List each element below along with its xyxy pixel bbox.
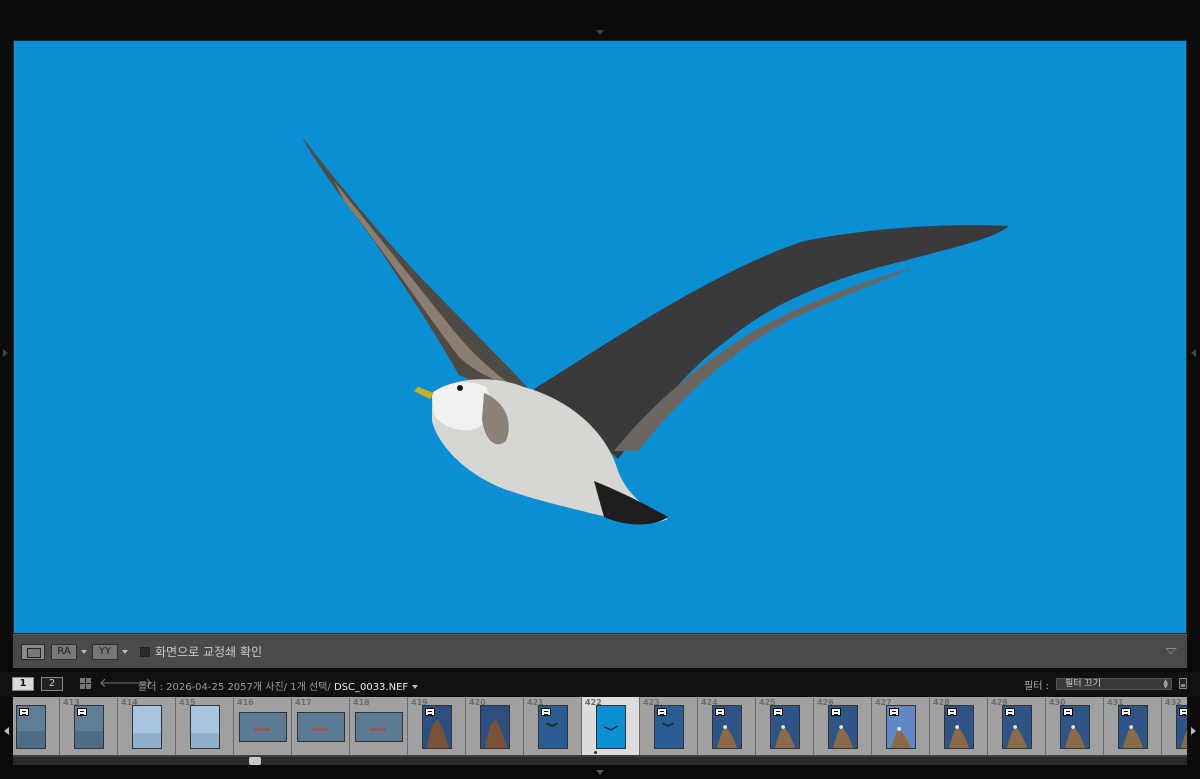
filmstrip-scroll-left-icon[interactable] [4, 727, 9, 735]
filmstrip-thumbnail[interactable]: 419 [408, 697, 466, 755]
left-panel-toggle-icon[interactable] [3, 349, 8, 357]
develop-settings-badge-icon [1063, 708, 1073, 716]
filmstrip-thumbnail[interactable]: 414 [118, 697, 176, 755]
thumbnail-index: 418 [353, 698, 370, 707]
thumbnail-image [480, 705, 510, 749]
loupe-image-viewer[interactable] [13, 40, 1187, 634]
thumbnail-image [1176, 705, 1187, 749]
thumbnail-image [944, 705, 974, 749]
folder-label: 폴더 : 2026-04-25 [138, 682, 225, 693]
thumbnail-image [16, 705, 46, 749]
develop-settings-badge-icon [541, 708, 551, 716]
top-panel-toggle-icon[interactable] [596, 30, 604, 35]
filmstrip-thumbnail[interactable] [13, 697, 60, 755]
compare-view-button[interactable]: RA [51, 644, 77, 660]
compare-dropdown-icon[interactable] [81, 650, 87, 654]
filmstrip-scroll-right-icon[interactable] [1191, 727, 1196, 735]
filter-lock-icon[interactable] [1179, 678, 1187, 689]
viewer-toolbar: RA YY 화면으로 교정쇄 확인 [13, 634, 1187, 668]
thumbnail-image [74, 705, 104, 749]
selected-count: 1개 선택/ [290, 682, 331, 693]
develop-settings-badge-icon [657, 708, 667, 716]
selected-marker-icon [594, 751, 597, 754]
toolbar-content-menu-icon[interactable] [1165, 648, 1177, 654]
develop-settings-badge-icon [1005, 708, 1015, 716]
filmstrip-thumbnail[interactable]: 431 [1104, 697, 1162, 755]
filter-select[interactable]: 필터 끄기 ▲ ▼ [1056, 678, 1172, 690]
develop-settings-badge-icon [831, 708, 841, 716]
thumbnail-image [190, 705, 220, 749]
filmstrip[interactable]: 413 414 415 416 417 418 419 420 421 422 423 424 425 4… [13, 697, 1187, 757]
thumbnail-image [297, 712, 345, 742]
develop-settings-badge-icon [77, 708, 87, 716]
filmstrip-thumbnail[interactable]: 423 [640, 697, 698, 755]
filmstrip-thumbnail[interactable]: 420 [466, 697, 524, 755]
source-path[interactable]: 폴더 : 2026-04-25 2057개 사진/ 1개 선택/ DSC_003… [138, 678, 419, 693]
thumbnail-image [538, 705, 568, 749]
thumbnail-image [596, 705, 626, 749]
softproof-checkbox[interactable] [140, 647, 150, 657]
filmstrip-thumbnail[interactable]: 427 [872, 697, 930, 755]
filmstrip-thumbnail[interactable]: 421 [524, 697, 582, 755]
thumbnail-image [770, 705, 800, 749]
filmstrip-thumbnail[interactable]: 432 [1162, 697, 1187, 755]
survey-view-button[interactable]: YY [92, 644, 118, 660]
develop-settings-badge-icon [715, 708, 725, 716]
thumbnail-image [422, 705, 452, 749]
right-panel-toggle-icon[interactable] [1191, 349, 1196, 357]
filmstrip-scrollbar[interactable] [13, 757, 1187, 765]
filmstrip-thumbnail[interactable]: 425 [756, 697, 814, 755]
thumbnail-image [1060, 705, 1090, 749]
primary-display-button[interactable]: 1 [12, 677, 34, 691]
filmstrip-thumbnail[interactable]: 422 [582, 697, 640, 755]
filmstrip-thumbnail[interactable]: 415 [176, 697, 234, 755]
bottom-panel-toggle-icon[interactable] [596, 770, 604, 775]
thumbnail-image [132, 705, 162, 749]
thumbnail-image [1002, 705, 1032, 749]
develop-settings-badge-icon [19, 708, 29, 716]
filmstrip-thumbnail[interactable]: 413 [60, 697, 118, 755]
softproof-label: 화면으로 교정쇄 확인 [155, 645, 262, 659]
develop-settings-badge-icon [889, 708, 899, 716]
develop-settings-badge-icon [1121, 708, 1131, 716]
thumbnail-image [239, 712, 287, 742]
filmstrip-thumbnail[interactable]: 416 [234, 697, 292, 755]
photo-count: 2057개 사진/ [227, 682, 288, 693]
lightroom-library-window: RA YY 화면으로 교정쇄 확인 1 2 🡐 🡒 폴더 : 2026-04-2… [0, 0, 1200, 779]
survey-dropdown-icon[interactable] [122, 650, 128, 654]
thumbnail-image [1118, 705, 1148, 749]
current-filename: DSC_0033.NEF [333, 682, 409, 693]
filter-label: 필터 : [1024, 681, 1049, 692]
thumbnail-index: 417 [295, 698, 312, 707]
filmstrip-thumbnail[interactable]: 429 [988, 697, 1046, 755]
filmstrip-navigation-bar: 1 2 🡐 🡒 폴더 : 2026-04-25 2057개 사진/ 1개 선택/… [0, 672, 1200, 696]
loupe-view-button[interactable] [21, 644, 45, 660]
filmstrip-thumbnail[interactable]: 428 [930, 697, 988, 755]
develop-settings-badge-icon [773, 708, 783, 716]
develop-settings-badge-icon [425, 708, 435, 716]
thumbnail-image [886, 705, 916, 749]
filmstrip-scroll-thumb[interactable] [249, 757, 261, 765]
select-arrows-icon: ▲ ▼ [1163, 678, 1168, 690]
gull-photo [14, 41, 1186, 633]
grid-view-icon[interactable] [80, 678, 91, 689]
thumbnail-image [355, 712, 403, 742]
thumbnail-image [828, 705, 858, 749]
thumbnail-image [654, 705, 684, 749]
filmstrip-thumbnail[interactable]: 424 [698, 697, 756, 755]
thumbnail-index: 416 [237, 698, 254, 707]
secondary-display-button[interactable]: 2 [41, 677, 63, 691]
filmstrip-thumbnail[interactable]: 418 [350, 697, 408, 755]
filter-select-value: 필터 끄기 [1065, 679, 1101, 689]
develop-settings-badge-icon [1179, 708, 1187, 716]
thumbnail-image [712, 705, 742, 749]
filmstrip-thumbnail[interactable]: 430 [1046, 697, 1104, 755]
filename-dropdown-icon[interactable] [412, 685, 419, 689]
develop-settings-badge-icon [947, 708, 957, 716]
filmstrip-thumbnail[interactable]: 417 [292, 697, 350, 755]
filmstrip-thumbnail[interactable]: 426 [814, 697, 872, 755]
